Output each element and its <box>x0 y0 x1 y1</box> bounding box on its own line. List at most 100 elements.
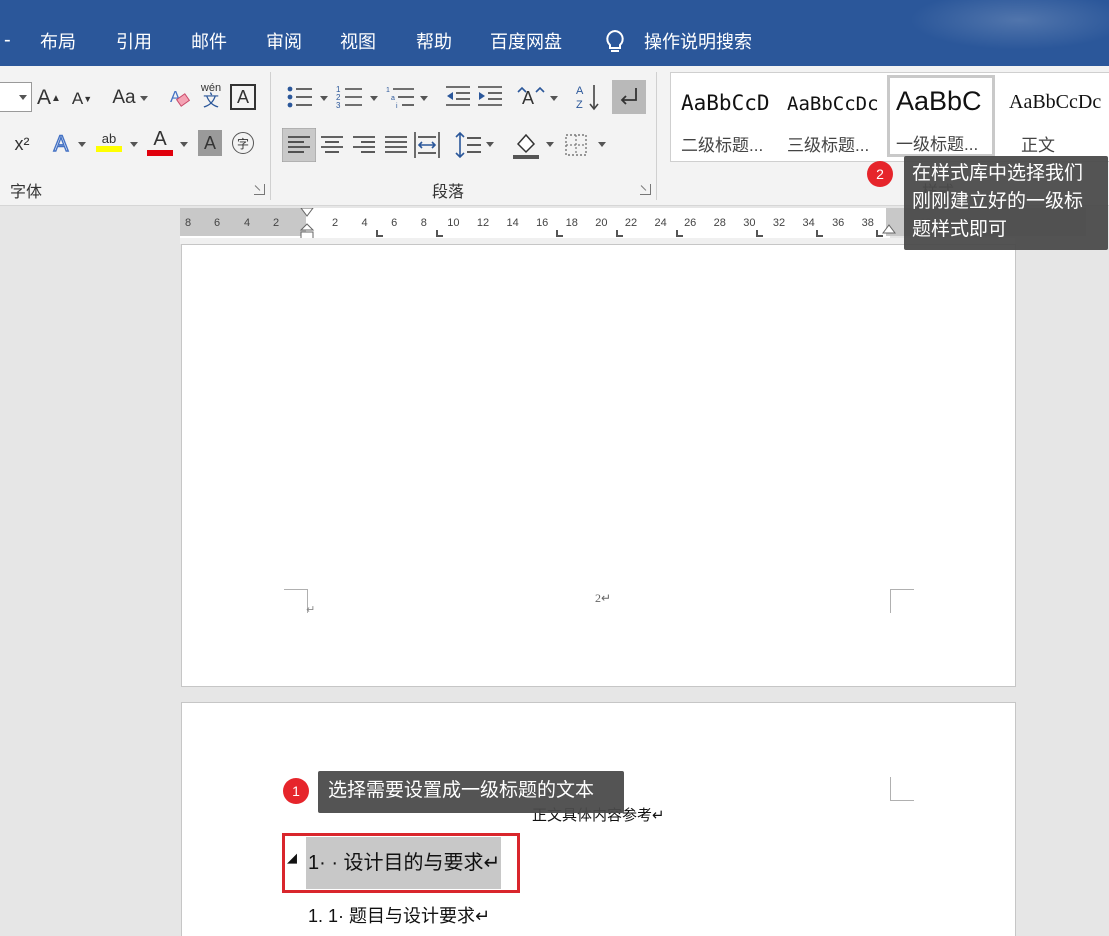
font-size-combobox[interactable] <box>0 82 32 112</box>
tab-view[interactable]: 视图 <box>340 30 376 54</box>
horizontal-ruler[interactable]: 8642246810121416182022242628303234363842… <box>180 208 1086 241</box>
style-heading-2[interactable]: AaBbCcD 二级标题... <box>673 77 777 157</box>
tab-review[interactable]: 审阅 <box>266 30 302 54</box>
chevron-down-icon <box>598 142 606 147</box>
callout-2: 在样式库中选择我们刚刚建立好的一级标题样式即可 <box>904 156 1108 250</box>
shrink-font-label: A <box>71 89 84 108</box>
tab-stop-marker[interactable] <box>376 230 383 237</box>
style-normal[interactable]: AaBbCcDc 正文 <box>1001 77 1105 157</box>
text-effects-button[interactable]: A <box>48 128 74 160</box>
tab-stop-marker[interactable] <box>756 230 763 237</box>
show-formatting-marks-icon[interactable] <box>612 80 646 114</box>
font-color-bar <box>147 150 173 156</box>
ruler-tick-label: 12 <box>476 217 490 229</box>
align-right-icon[interactable] <box>352 132 376 158</box>
document-page[interactable]: 正文具体内容参考↵ <box>181 702 1016 936</box>
ruler-tick-label: 34 <box>802 217 815 229</box>
font-color-button[interactable]: A <box>146 126 174 158</box>
callout-1: 选择需要设置成一级标题的文本 <box>318 771 624 813</box>
highlight-color-bar <box>96 145 122 152</box>
align-left-icon[interactable] <box>282 128 316 162</box>
tab-help[interactable]: 帮助 <box>416 30 452 54</box>
enclose-characters-button[interactable]: 字 <box>232 132 254 154</box>
tab-partial[interactable]: - <box>4 28 11 52</box>
chevron-down-icon <box>486 142 494 147</box>
ruler-tick-label: 26 <box>684 217 697 229</box>
grow-font-button[interactable]: A ▲ <box>36 84 62 112</box>
tab-stop-marker[interactable] <box>676 230 683 237</box>
distributed-icon[interactable] <box>414 130 440 160</box>
ruler-tick-label: 38 <box>861 217 874 229</box>
character-border-button[interactable]: A <box>230 84 256 110</box>
character-shading-button[interactable]: A <box>198 130 222 156</box>
right-indent-marker-icon[interactable] <box>882 224 896 238</box>
increase-indent-icon[interactable] <box>476 84 504 110</box>
change-case-button[interactable]: Aa <box>108 84 140 112</box>
style-sample: AaBbCcDc <box>787 93 879 115</box>
lightbulb-icon[interactable] <box>602 28 628 56</box>
style-heading-3[interactable]: AaBbCcDc 三级标题... <box>779 77 883 157</box>
page-number: 2↵ <box>595 591 612 605</box>
chevron-down-icon <box>19 95 27 100</box>
bullets-icon[interactable] <box>286 84 314 110</box>
shading-icon[interactable] <box>512 130 540 160</box>
svg-text:A: A <box>522 88 534 108</box>
tell-me-search[interactable]: 操作说明搜索 <box>644 30 752 54</box>
tab-mailings[interactable]: 邮件 <box>191 30 227 54</box>
paragraph-dialog-launcher-icon[interactable] <box>640 184 651 195</box>
asian-layout-icon[interactable]: A <box>516 84 546 110</box>
tab-baidu-netdisk[interactable]: 百度网盘 <box>490 30 562 54</box>
highlight-button[interactable]: ab <box>94 126 124 156</box>
sort-icon[interactable]: A Z <box>574 82 602 112</box>
tab-stop-marker[interactable] <box>816 230 823 237</box>
shrink-font-button[interactable]: A ▼ <box>70 86 94 112</box>
ruler-tick-label: 10 <box>447 217 460 229</box>
borders-icon[interactable] <box>564 132 588 158</box>
chevron-down-icon <box>546 142 554 147</box>
decrease-indent-icon[interactable] <box>444 84 472 110</box>
ruler-tick-label: 36 <box>832 217 845 229</box>
ruler-tick-label: 8 <box>184 217 192 229</box>
svg-text:1: 1 <box>386 87 390 94</box>
svg-text:i: i <box>396 103 398 110</box>
phonetic-guide-button[interactable]: wén 文 <box>198 78 224 112</box>
tab-layout[interactable]: 布局 <box>40 30 76 54</box>
style-sample: AaBbC <box>896 86 982 116</box>
title-bar-decoration <box>909 0 1109 50</box>
font-color-label: A <box>153 128 167 150</box>
multilevel-list-icon[interactable]: 1 a i <box>386 84 416 110</box>
page-corner-mark <box>890 777 914 801</box>
style-name: 二级标题... <box>681 136 764 155</box>
chevron-down-icon <box>550 96 558 101</box>
tab-stop-marker[interactable] <box>616 230 623 237</box>
ruler-tick-label: 22 <box>624 217 638 229</box>
svg-text:3: 3 <box>336 101 341 110</box>
page-corner-mark <box>890 589 914 613</box>
ruler-tick-label: 32 <box>772 217 786 229</box>
phonetic-guide-bottom-label: 文 <box>202 93 219 110</box>
style-heading-1[interactable]: AaBbC 一级标题... <box>887 75 995 157</box>
ruler-tick-label: 28 <box>713 217 726 229</box>
tab-stop-marker[interactable] <box>436 230 443 237</box>
indent-markers-icon[interactable] <box>299 208 315 242</box>
tab-references[interactable]: 引用 <box>116 30 152 54</box>
ruler-tick-label: 16 <box>536 217 549 229</box>
font-group-label: 字体 <box>10 184 43 201</box>
style-sample: AaBbCcDc <box>1009 91 1102 113</box>
tab-stop-marker[interactable] <box>556 230 563 237</box>
ruler-tick-label: 24 <box>654 217 667 229</box>
style-name: 三级标题... <box>787 136 870 155</box>
line-spacing-icon[interactable] <box>454 130 482 160</box>
justify-icon[interactable] <box>384 132 408 158</box>
heading-2-text[interactable]: 1. 1· 题目与设计要求↵ <box>308 902 490 928</box>
chevron-down-icon <box>420 96 428 101</box>
font-dialog-launcher-icon[interactable] <box>254 184 265 195</box>
ruler-tick-label: 2 <box>331 217 339 229</box>
superscript-button[interactable]: x² <box>10 130 34 158</box>
align-center-icon[interactable] <box>320 132 344 158</box>
page-corner-mark <box>284 589 308 613</box>
ruler-tick-label: 18 <box>565 217 578 229</box>
numbering-icon[interactable]: 1 2 3 <box>336 84 364 110</box>
clear-formatting-icon[interactable]: A <box>168 84 192 112</box>
document-page[interactable]: ↵ 2↵ <box>181 244 1016 687</box>
